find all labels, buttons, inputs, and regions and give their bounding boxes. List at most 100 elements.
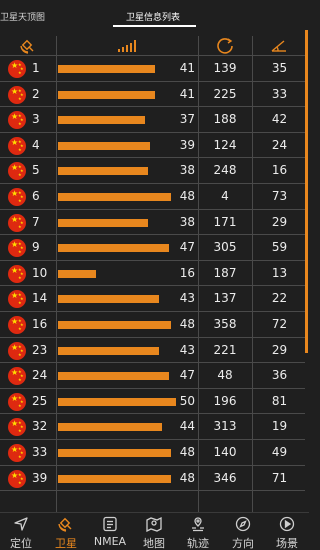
- table-row[interactable]: ★ ★ ★ ★ 2 41 225 33: [0, 82, 305, 108]
- azimuth-icon: [198, 36, 252, 56]
- satellite-id: 5: [32, 163, 40, 178]
- nav-scene[interactable]: 场景: [266, 513, 308, 550]
- table-row[interactable]: ★ ★ ★ ★ 3 37 188 42: [0, 107, 305, 133]
- satellite-icon: [58, 517, 72, 532]
- azimuth-value: 346: [213, 470, 237, 485]
- nav-direction[interactable]: 方向: [222, 513, 264, 550]
- snr-value: 48: [179, 444, 195, 459]
- nav-label: 定位: [10, 537, 32, 550]
- snr-value: 39: [179, 137, 195, 152]
- satellite-id: 24: [32, 368, 48, 383]
- satellite-id: 32: [32, 419, 48, 434]
- snr-bar: [58, 269, 96, 278]
- tab-satellite-list[interactable]: 卫星信息列表: [126, 10, 180, 23]
- nav-locate[interactable]: 定位: [0, 513, 42, 550]
- snr-value: 37: [179, 112, 195, 127]
- azimuth-value: 187: [213, 265, 237, 280]
- signal-icon: [56, 36, 198, 56]
- table-row[interactable]: ★ ★ ★ ★ 5 38 248 16: [0, 158, 305, 184]
- table-row[interactable]: ★ ★ ★ ★ 9 47 305 59: [0, 235, 305, 261]
- china-flag-icon: ★ ★ ★ ★: [8, 341, 26, 360]
- snr-value: 41: [179, 86, 195, 101]
- china-flag-icon: ★ ★ ★ ★: [8, 136, 26, 155]
- snr-bar: [58, 346, 159, 355]
- azimuth-value: 137: [213, 291, 237, 306]
- snr-bar: [58, 65, 155, 73]
- elevation-value: 19: [271, 419, 288, 434]
- nav-satellite[interactable]: 卫星: [45, 513, 87, 550]
- table-row[interactable]: ★ ★ ★ ★ 10 16 187 13: [0, 261, 305, 287]
- elevation-value: 73: [271, 188, 288, 203]
- snr-bar: [58, 295, 159, 304]
- snr-value: 43: [179, 291, 195, 306]
- china-flag-icon: ★ ★ ★ ★: [8, 111, 26, 130]
- nav-label: 方向: [232, 537, 254, 550]
- snr-bar: [58, 423, 162, 432]
- elevation-value: 71: [271, 470, 288, 485]
- azimuth-value: 140: [213, 444, 237, 459]
- elevation-value: 33: [271, 86, 288, 101]
- satellite-icon: [0, 36, 56, 56]
- azimuth-value: 221: [213, 342, 237, 357]
- table-row[interactable]: ★ ★ ★ ★ 6 48 4 73: [0, 184, 305, 210]
- document-icon: [103, 516, 117, 532]
- snr-value: 48: [179, 316, 195, 331]
- elevation-value: 36: [271, 368, 288, 383]
- snr-bar: [58, 397, 176, 406]
- china-flag-icon: ★ ★ ★ ★: [8, 213, 26, 232]
- table-row[interactable]: ★ ★ ★ ★ 25 50 196 81: [0, 389, 305, 415]
- azimuth-value: 196: [213, 393, 237, 408]
- snr-value: 44: [179, 419, 195, 434]
- snr-bar: [58, 192, 171, 201]
- table-row[interactable]: ★ ★ ★ ★ 39 48 346 71: [0, 466, 305, 492]
- snr-value: 38: [179, 163, 195, 178]
- snr-value: 48: [179, 188, 195, 203]
- snr-bar: [58, 372, 169, 381]
- table-row[interactable]: ★ ★ ★ ★ 16 48 358 72: [0, 312, 305, 338]
- china-flag-icon: ★ ★ ★ ★: [8, 239, 26, 258]
- snr-value: 48: [179, 470, 195, 485]
- satellite-id: 16: [32, 316, 48, 331]
- elevation-value: 29: [271, 342, 288, 357]
- table-row[interactable]: ★ ★ ★ ★ 24 47 48 36: [0, 363, 305, 389]
- azimuth-value: 313: [213, 419, 237, 434]
- china-flag-icon: ★ ★ ★ ★: [8, 443, 26, 462]
- tab-sky-view[interactable]: 卫星天顶图: [0, 10, 45, 23]
- table-row[interactable]: ★ ★ ★ ★ 4 39 124 24: [0, 133, 305, 159]
- china-flag-icon: ★ ★ ★ ★: [8, 367, 26, 386]
- table-row[interactable]: ★ ★ ★ ★ 32 44 313 19: [0, 414, 305, 440]
- china-flag-icon: ★ ★ ★ ★: [8, 469, 26, 488]
- table-header: [0, 36, 305, 56]
- nav-map[interactable]: 地图: [133, 513, 175, 550]
- bottom-nav: 定位 卫星 NMEA 地图 轨迹 方向 场景: [0, 512, 309, 550]
- scrollbar[interactable]: [305, 30, 308, 353]
- satellite-id: 39: [32, 470, 48, 485]
- table-row[interactable]: ★ ★ ★ ★ 23 43 221 29: [0, 338, 305, 364]
- table-row[interactable]: ★ ★ ★ ★ 1 41 139 35: [0, 56, 305, 82]
- nav-nmea[interactable]: NMEA: [89, 513, 131, 550]
- nav-label: 地图: [143, 537, 165, 550]
- elevation-value: 81: [271, 393, 288, 408]
- snr-value: 50: [179, 393, 195, 408]
- nav-track[interactable]: 轨迹: [177, 513, 219, 550]
- nav-label: NMEA: [93, 535, 127, 548]
- snr-bar: [58, 218, 148, 227]
- top-tabs: 卫星天顶图 卫星信息列表: [0, 0, 309, 30]
- snr-bar: [58, 320, 171, 329]
- azimuth-value: 305: [213, 240, 237, 255]
- table-row[interactable]: ★ ★ ★ ★ 14 43 137 22: [0, 286, 305, 312]
- table-row[interactable]: ★ ★ ★ ★ 33 48 140 49: [0, 440, 305, 466]
- azimuth-value: 188: [213, 112, 237, 127]
- satellite-id: 1: [32, 61, 40, 75]
- table-row[interactable]: ★ ★ ★ ★ 7 38 171 29: [0, 210, 305, 236]
- elevation-value: 22: [271, 291, 288, 306]
- snr-bar: [58, 141, 150, 150]
- satellite-id: 25: [32, 393, 48, 408]
- satellite-id: 7: [32, 214, 40, 229]
- snr-value: 38: [179, 214, 195, 229]
- snr-value: 47: [179, 240, 195, 255]
- azimuth-value: 124: [213, 137, 237, 152]
- azimuth-value: 48: [217, 368, 233, 383]
- satellite-id: 14: [32, 291, 48, 306]
- elevation-value: 13: [271, 265, 288, 280]
